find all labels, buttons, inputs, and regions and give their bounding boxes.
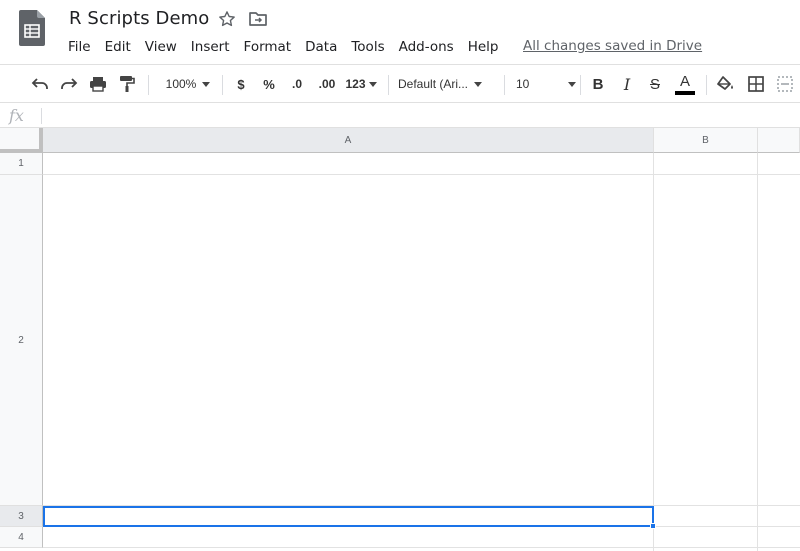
- toolbar: 100% $ % .0 .00 123 Default (Ari... 10 B…: [0, 64, 800, 102]
- save-status-link[interactable]: All changes saved in Drive: [523, 38, 702, 54]
- row-label: 1: [18, 158, 24, 169]
- cell-b3[interactable]: [654, 506, 757, 526]
- strikethrough-button[interactable]: S: [642, 65, 668, 103]
- menu-tools[interactable]: Tools: [351, 39, 384, 55]
- chevron-down-icon: [368, 81, 377, 87]
- formula-bar: fx: [0, 102, 800, 128]
- row-label: 2: [18, 334, 24, 346]
- zoom-value: 100%: [165, 77, 197, 91]
- fx-icon: fx: [9, 106, 24, 125]
- row-label: 4: [18, 531, 24, 543]
- formula-input[interactable]: [48, 106, 788, 124]
- paint-format-icon[interactable]: [115, 65, 139, 103]
- column-label: A: [344, 134, 352, 146]
- menu-file[interactable]: File: [68, 39, 91, 55]
- cell-a1[interactable]: [43, 153, 653, 174]
- row-header-4[interactable]: 4: [0, 527, 43, 548]
- select-all-corner[interactable]: [0, 128, 43, 153]
- formula-bar-separator: [41, 108, 42, 124]
- toolbar-separator: [504, 75, 505, 95]
- font-size-value: 10: [516, 77, 530, 91]
- percent-format-button[interactable]: %: [258, 65, 280, 103]
- text-color-button[interactable]: A: [671, 65, 699, 103]
- increase-decimal-button[interactable]: .00: [313, 65, 341, 103]
- column-gridline: [757, 153, 758, 551]
- bold-button[interactable]: B: [584, 65, 612, 103]
- text-color-swatch: [675, 90, 695, 95]
- document-title[interactable]: R Scripts Demo: [69, 8, 209, 29]
- undo-icon[interactable]: [28, 65, 52, 103]
- row-gridline: [43, 547, 800, 548]
- toolbar-separator: [388, 75, 389, 95]
- fill-handle[interactable]: [650, 523, 656, 529]
- merge-cells-icon[interactable]: [772, 65, 798, 103]
- borders-icon[interactable]: [743, 65, 769, 103]
- sheets-doc-icon[interactable]: [19, 10, 45, 46]
- menu-insert[interactable]: Insert: [191, 39, 230, 55]
- toolbar-separator: [148, 75, 149, 95]
- cell-b1[interactable]: [654, 153, 757, 174]
- redo-icon[interactable]: [57, 65, 81, 103]
- menu-view[interactable]: View: [145, 39, 177, 55]
- font-family-select[interactable]: Default (Ari...: [398, 65, 496, 103]
- toolbar-separator: [706, 75, 707, 95]
- menu-edit[interactable]: Edit: [105, 39, 131, 55]
- row-header-1[interactable]: 1: [0, 153, 43, 175]
- chevron-down-icon: [568, 81, 576, 87]
- app-header: R Scripts Demo File Edit View Insert For…: [0, 0, 800, 64]
- row-header-3[interactable]: 3: [0, 506, 43, 527]
- star-icon[interactable]: [217, 9, 237, 29]
- font-family-value: Default (Ari...: [398, 77, 469, 91]
- menu-format[interactable]: Format: [244, 39, 292, 55]
- spreadsheet-grid: A B 1 2 3 4: [0, 128, 800, 551]
- chevron-down-icon: [202, 81, 211, 87]
- italic-button[interactable]: I: [614, 65, 640, 103]
- cell-a2[interactable]: [43, 175, 653, 505]
- cell-b2[interactable]: [654, 175, 757, 505]
- menu-add-ons[interactable]: Add-ons: [399, 39, 454, 55]
- menu-help[interactable]: Help: [468, 39, 499, 55]
- fill-color-icon[interactable]: [713, 65, 739, 103]
- toolbar-separator: [222, 75, 223, 95]
- move-to-folder-icon[interactable]: [248, 10, 268, 28]
- row-label: 3: [18, 510, 24, 522]
- column-header-a[interactable]: A: [43, 128, 654, 153]
- print-icon[interactable]: [86, 65, 110, 103]
- cell-a4[interactable]: [43, 527, 653, 547]
- menu-data[interactable]: Data: [305, 39, 337, 55]
- column-header-b[interactable]: B: [654, 128, 758, 153]
- column-header-c[interactable]: [758, 128, 800, 153]
- column-label: B: [702, 134, 709, 146]
- zoom-select[interactable]: 100%: [160, 65, 216, 103]
- currency-format-button[interactable]: $: [230, 65, 252, 103]
- chevron-down-icon: [474, 81, 483, 87]
- font-size-select[interactable]: 10: [516, 65, 576, 103]
- toolbar-separator: [580, 75, 581, 95]
- active-cell-a3[interactable]: [43, 506, 654, 527]
- menu-bar: File Edit View Insert Format Data Tools …: [68, 38, 513, 56]
- row-header-2[interactable]: 2: [0, 175, 43, 506]
- number-format-select[interactable]: 123: [343, 65, 379, 103]
- decrease-decimal-button[interactable]: .0: [285, 65, 309, 103]
